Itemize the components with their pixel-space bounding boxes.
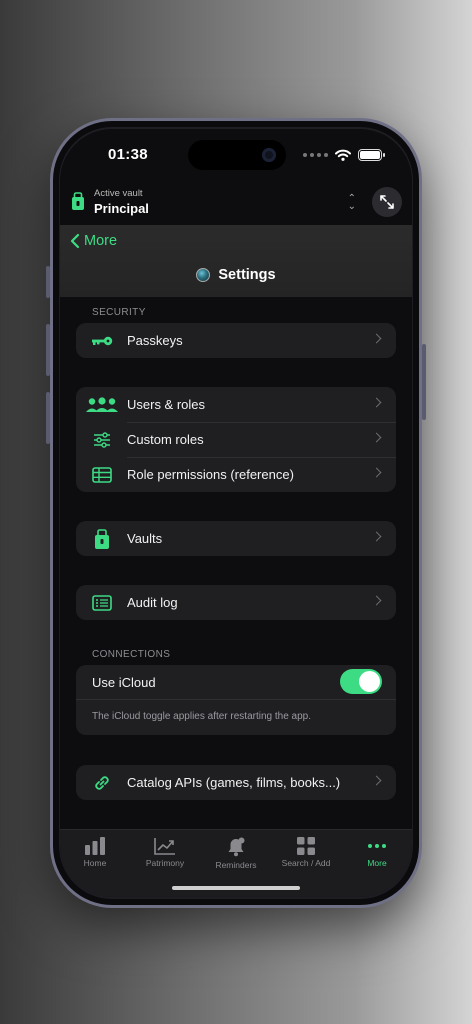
side-button-volume-down — [46, 392, 50, 444]
bell-icon — [228, 837, 245, 857]
row-use-icloud: Use iCloud — [76, 665, 396, 699]
use-icloud-toggle[interactable] — [340, 669, 382, 694]
tab-patrimony-label: Patrimony — [145, 858, 185, 868]
battery-icon — [358, 149, 385, 161]
wifi-icon — [335, 149, 351, 161]
bar-chart-icon — [85, 837, 105, 855]
row-audit-log-label: Audit log — [127, 595, 178, 610]
section-header-connections: CONNECTIONS — [92, 649, 171, 660]
side-button-power — [422, 344, 426, 420]
row-custom-roles[interactable]: Custom roles — [76, 422, 396, 457]
tab-search-add-label: Search / Add — [281, 858, 331, 868]
row-vaults[interactable]: Vaults — [76, 521, 396, 556]
group-security: Passkeys — [76, 323, 396, 358]
status-bar: 01:38 — [60, 129, 412, 181]
row-catalog-apis-label: Catalog APIs (games, films, books...) — [127, 775, 341, 790]
row-custom-roles-label: Custom roles — [127, 432, 204, 447]
vault-lock-icon — [72, 192, 84, 210]
signal-dots-icon — [303, 153, 328, 157]
back-button[interactable]: More — [70, 233, 117, 249]
row-catalog-apis[interactable]: Catalog APIs (games, films, books...) — [76, 765, 396, 800]
tab-patrimony[interactable]: Patrimony — [130, 837, 200, 868]
tab-more[interactable]: More — [342, 837, 412, 868]
tab-home[interactable]: Home — [60, 837, 130, 868]
navigation-bar: More Settings — [60, 225, 412, 297]
row-users-roles-label: Users & roles — [127, 397, 206, 412]
tab-more-label: More — [367, 858, 387, 868]
side-button-mute — [46, 266, 50, 298]
app-screen: 01:38 Active vault Principal ⌃ ⌄ More Se… — [60, 129, 412, 897]
vault-lock-icon — [76, 528, 127, 549]
people-icon — [76, 396, 127, 413]
table-icon — [76, 466, 127, 483]
row-passkeys[interactable]: Passkeys — [76, 323, 396, 358]
row-audit-log[interactable]: Audit log — [76, 585, 396, 620]
tab-reminders-label: Reminders — [215, 860, 257, 870]
row-role-permissions[interactable]: Role permissions (reference) — [76, 457, 396, 492]
row-role-permissions-label: Role permissions (reference) — [127, 467, 294, 482]
side-button-volume-up — [46, 324, 50, 376]
group-catalog: Catalog APIs (games, films, books...) — [76, 765, 396, 800]
trend-chart-icon — [154, 838, 175, 855]
list-document-icon — [76, 594, 127, 611]
status-indicators — [303, 149, 385, 161]
settings-list[interactable]: SECURITY Passkeys Users & roles Custom r… — [60, 297, 412, 829]
status-time: 01:38 — [108, 146, 148, 163]
row-passkeys-label: Passkeys — [127, 333, 183, 348]
home-indicator[interactable] — [172, 886, 300, 890]
expand-arrows-icon — [380, 195, 394, 209]
link-icon — [76, 773, 127, 793]
camera-icon — [262, 148, 276, 162]
sliders-icon — [76, 431, 127, 448]
group-audit: Audit log — [76, 585, 396, 620]
tab-reminders[interactable]: Reminders — [201, 837, 271, 870]
group-users: Users & roles Custom roles Role permissi… — [76, 387, 396, 492]
tab-search-add[interactable]: Search / Add — [271, 837, 341, 868]
back-label: More — [84, 233, 118, 249]
chevron-left-icon — [70, 233, 80, 249]
vault-caption: Active vault — [94, 188, 143, 199]
toggle-knob — [359, 671, 380, 692]
tab-home-label: Home — [83, 858, 107, 868]
page-title: Settings — [60, 267, 412, 283]
key-icon — [76, 336, 127, 346]
group-connections: Use iCloud The iCloud toggle applies aft… — [76, 665, 396, 735]
chevron-up-down-icon[interactable]: ⌃ ⌄ — [348, 194, 356, 212]
group-vaults: Vaults — [76, 521, 396, 556]
row-users-roles[interactable]: Users & roles — [76, 387, 396, 422]
row-vaults-label: Vaults — [127, 531, 163, 546]
expand-button[interactable] — [372, 187, 402, 217]
globe-icon — [196, 268, 211, 282]
page-title-text: Settings — [218, 267, 276, 283]
icloud-note: The iCloud toggle applies after restarti… — [76, 699, 396, 735]
vault-selector[interactable]: Active vault Principal ⌃ ⌄ — [60, 181, 412, 225]
grid-icon — [297, 837, 315, 855]
ellipsis-icon — [368, 844, 386, 848]
section-header-security: SECURITY — [92, 307, 146, 318]
vault-name: Principal — [94, 201, 149, 216]
dynamic-island — [188, 140, 286, 170]
